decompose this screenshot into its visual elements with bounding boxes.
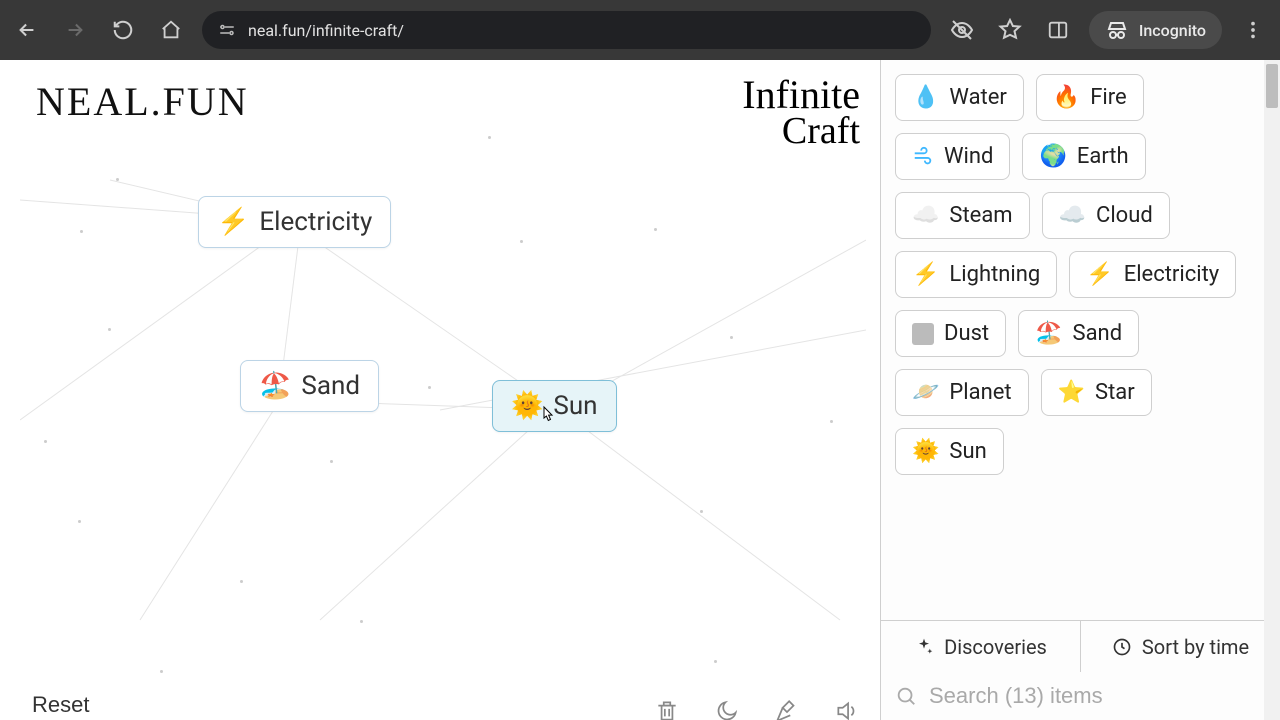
item-icon: 🏖️ <box>1035 321 1062 346</box>
title-word-2: Craft <box>742 112 860 152</box>
page-scrollbar[interactable] <box>1264 60 1280 720</box>
home-button[interactable] <box>154 13 188 47</box>
dark-mode-icon[interactable] <box>712 696 742 720</box>
incognito-chip[interactable]: Incognito <box>1089 11 1222 49</box>
canvas-item-sun[interactable]: 🌞 Sun <box>492 380 617 432</box>
sidebar-item-label: Sand <box>1073 321 1123 346</box>
sidebar-item-planet[interactable]: 🪐 Planet <box>895 369 1029 416</box>
sparkle-icon <box>914 637 934 657</box>
sidebar-item-steam[interactable]: ☁️ Steam <box>895 192 1030 239</box>
sidebar-item-label: Steam <box>949 203 1012 228</box>
kebab-menu-icon[interactable] <box>1236 13 1270 47</box>
sort-label: Sort by time <box>1142 635 1249 659</box>
app-viewport: NEAL.FUN Infinite Craft ⚡ Electricity 🏖️… <box>20 60 1280 720</box>
sidebar-item-label: Wind <box>944 144 993 169</box>
canvas-item-label: Sand <box>301 371 360 401</box>
sidebar-item-label: Star <box>1095 380 1135 405</box>
search-input[interactable] <box>929 683 1266 709</box>
sidebar-item-dust[interactable]: Dust <box>895 310 1006 357</box>
forward-button[interactable] <box>58 13 92 47</box>
sort-button[interactable]: Sort by time <box>1081 621 1280 672</box>
reload-button[interactable] <box>106 13 140 47</box>
item-icon: 🔥 <box>1053 85 1080 110</box>
dust-icon <box>912 323 934 345</box>
sidebar-item-earth[interactable]: 🌍 Earth <box>1022 133 1145 180</box>
item-icon: ⭐ <box>1058 380 1085 405</box>
incognito-label: Incognito <box>1139 21 1206 40</box>
discoveries-label: Discoveries <box>944 635 1047 659</box>
items-sidebar: 💧 Water 🔥 Fire Wind 🌍 Earth ☁️ Steam ☁️ Cloud ⚡ Ligh… <box>880 60 1280 720</box>
sidebar-item-label: Dust <box>944 321 989 346</box>
sidebar-item-fire[interactable]: 🔥 Fire <box>1036 74 1144 121</box>
canvas-tools <box>652 696 862 720</box>
sidebar-item-water[interactable]: 💧 Water <box>895 74 1024 121</box>
incognito-icon <box>1105 18 1129 42</box>
item-icon: ⚡ <box>1086 262 1113 287</box>
scrollbar-thumb[interactable] <box>1266 64 1278 108</box>
sun-icon: 🌞 <box>511 391 543 421</box>
back-button[interactable] <box>10 13 44 47</box>
canvas-item-label: Sun <box>553 391 597 421</box>
canvas-item-sand[interactable]: 🏖️ Sand <box>240 360 379 412</box>
item-icon: 🌍 <box>1039 144 1066 169</box>
sidebar-item-label: Fire <box>1090 85 1126 110</box>
sidebar-item-label: Electricity <box>1124 262 1220 287</box>
sidebar-item-label: Earth <box>1077 144 1129 169</box>
browser-chrome: neal.fun/infinite-craft/ Incognito <box>0 0 1280 60</box>
sidebar-item-electricity[interactable]: ⚡ Electricity <box>1069 251 1236 298</box>
lightning-icon: ⚡ <box>217 207 249 237</box>
sidebar-item-star[interactable]: ⭐ Star <box>1041 369 1152 416</box>
sidebar-item-label: Water <box>949 85 1006 110</box>
sidebar-item-label: Cloud <box>1096 203 1153 228</box>
item-icon: 💧 <box>912 85 939 110</box>
sidebar-item-label: Lightning <box>949 262 1040 287</box>
sidebar-item-cloud[interactable]: ☁️ Cloud <box>1042 192 1170 239</box>
item-icon: 🌞 <box>912 439 939 464</box>
craft-canvas[interactable]: NEAL.FUN Infinite Craft ⚡ Electricity 🏖️… <box>20 60 880 720</box>
logo[interactable]: NEAL.FUN <box>36 78 249 125</box>
beach-icon: 🏖️ <box>259 371 291 401</box>
trash-icon[interactable] <box>652 696 682 720</box>
sidebar-footer: Discoveries Sort by time <box>881 620 1280 672</box>
site-controls-icon <box>218 21 236 39</box>
item-icon: 🪐 <box>912 380 939 405</box>
reset-button[interactable]: Reset <box>32 692 89 718</box>
wind-icon <box>912 146 934 168</box>
steam-icon: ☁️ <box>912 203 939 228</box>
sidebar-item-wind[interactable]: Wind <box>895 133 1010 180</box>
sidebar-item-sand[interactable]: 🏖️ Sand <box>1018 310 1139 357</box>
sidebar-item-label: Planet <box>949 380 1011 405</box>
sidebar-item-sun[interactable]: 🌞 Sun <box>895 428 1004 475</box>
sidebar-item-lightning[interactable]: ⚡ Lightning <box>895 251 1057 298</box>
canvas-item-electricity[interactable]: ⚡ Electricity <box>198 196 391 248</box>
url-text: neal.fun/infinite-craft/ <box>248 21 404 40</box>
search-bar[interactable] <box>881 672 1280 720</box>
panel-icon[interactable] <box>1041 13 1075 47</box>
clock-icon <box>1112 637 1132 657</box>
eye-off-icon[interactable] <box>945 13 979 47</box>
address-bar[interactable]: neal.fun/infinite-craft/ <box>202 11 931 49</box>
item-icon: ☁️ <box>1059 203 1086 228</box>
bookmark-star-icon[interactable] <box>993 13 1027 47</box>
canvas-item-label: Electricity <box>259 207 372 237</box>
sidebar-item-label: Sun <box>949 439 986 464</box>
sound-icon[interactable] <box>832 696 862 720</box>
items-list: 💧 Water 🔥 Fire Wind 🌍 Earth ☁️ Steam ☁️ Cloud ⚡ Ligh… <box>881 60 1280 620</box>
search-icon <box>895 685 917 707</box>
discoveries-button[interactable]: Discoveries <box>881 621 1081 672</box>
clean-icon[interactable] <box>772 696 802 720</box>
app-title: Infinite Craft <box>742 74 860 152</box>
canvas-lines <box>20 60 866 720</box>
item-icon: ⚡ <box>912 262 939 287</box>
